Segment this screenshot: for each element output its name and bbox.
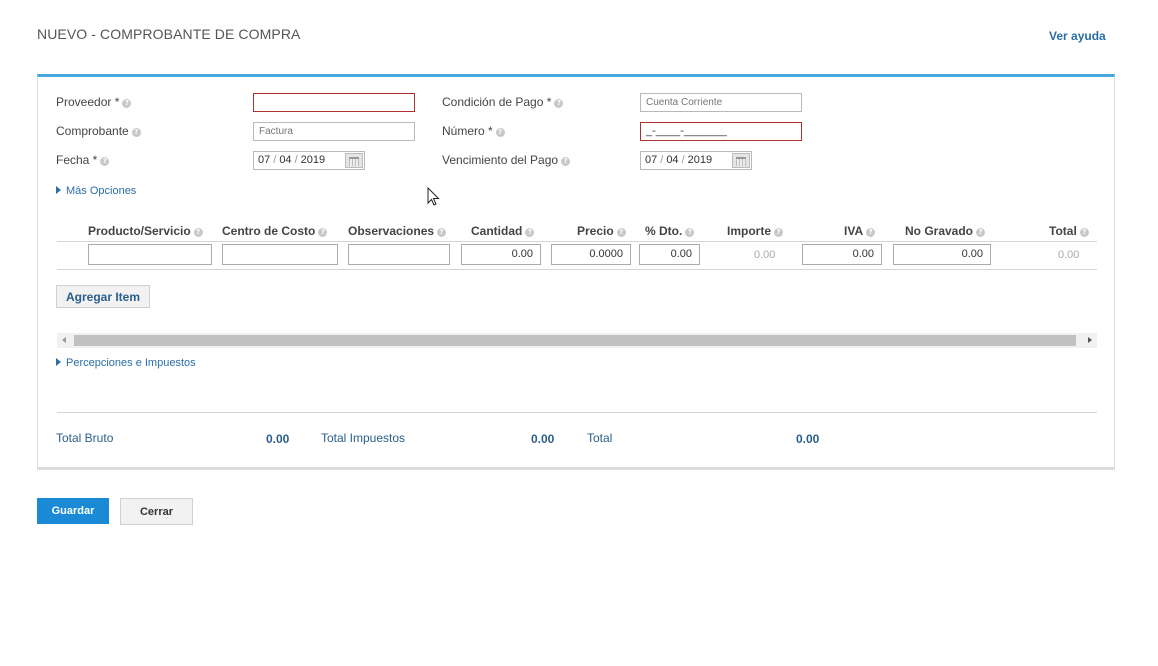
help-icon[interactable]: ?	[525, 228, 535, 237]
col-header-text: Cantidad	[471, 224, 523, 238]
col-header-text: IVA	[844, 224, 864, 238]
cantidad-cell-input[interactable]: 0.00	[461, 244, 541, 265]
total-impuestos-label: Total Impuestos	[321, 431, 406, 445]
page-title: NUEVO - COMPROBANTE DE COMPRA	[37, 26, 301, 42]
vencimiento-date-input[interactable]: 07/04/2019	[640, 151, 752, 170]
condicion-pago-label-text: Condición de Pago *	[442, 95, 552, 109]
help-icon[interactable]: ?	[616, 228, 626, 237]
comprobante-label: Comprobante?	[56, 124, 141, 138]
help-icon[interactable]: ?	[100, 157, 110, 166]
total-bruto-value: 0.00	[266, 432, 290, 446]
total-label: Total	[587, 431, 613, 445]
col-header-no-gravado: No Gravado?	[905, 224, 986, 238]
precio-cell-input[interactable]: 0.0000	[551, 244, 631, 265]
fecha-year: 2019	[300, 154, 326, 166]
more-options-label: Más Opciones	[66, 185, 137, 197]
vencimiento-day: 07	[645, 154, 658, 166]
table-header-divider	[57, 241, 1097, 242]
condicion-pago-label: Condición de Pago *?	[442, 95, 564, 109]
total-impuestos-value: 0.00	[531, 432, 555, 446]
table-row-divider	[57, 269, 1097, 270]
calendar-icon[interactable]	[732, 153, 750, 168]
producto-cell-input[interactable]	[88, 244, 212, 265]
col-header-importe: Importe?	[727, 224, 784, 238]
col-header-text: Observaciones	[348, 224, 435, 238]
help-icon[interactable]: ?	[554, 99, 564, 108]
percepciones-toggle[interactable]: Percepciones e Impuestos	[56, 357, 196, 369]
observaciones-cell-input[interactable]	[348, 244, 450, 265]
numero-label: Número *?	[442, 124, 505, 138]
help-icon[interactable]: ?	[437, 228, 447, 237]
total-cell-value: 0.00	[1058, 249, 1080, 261]
col-header-observaciones: Observaciones?	[348, 224, 447, 238]
col-header-text: Total	[1049, 224, 1077, 238]
calendar-icon[interactable]	[345, 153, 363, 168]
comprobante-input[interactable]	[253, 122, 415, 141]
col-header-text: Importe	[727, 224, 772, 238]
total-value: 0.00	[796, 432, 820, 446]
no-gravado-cell-input[interactable]: 0.00	[893, 244, 991, 265]
help-icon[interactable]: ?	[774, 228, 784, 237]
fecha-day: 07	[258, 154, 271, 166]
proveedor-label-text: Proveedor *	[56, 95, 120, 109]
total-bruto-label: Total Bruto	[56, 431, 114, 445]
col-header-dto: % Dto.?	[645, 224, 695, 238]
expand-caret-icon	[56, 186, 61, 194]
scroll-right-icon[interactable]	[1088, 337, 1092, 343]
comprobante-label-text: Comprobante	[56, 124, 129, 138]
scroll-thumb[interactable]	[74, 335, 1076, 346]
help-icon[interactable]: ?	[131, 128, 141, 137]
help-icon[interactable]: ?	[976, 228, 986, 237]
scroll-left-icon[interactable]	[62, 337, 66, 343]
numero-label-text: Número *	[442, 124, 493, 138]
vencimiento-month: 04	[666, 154, 679, 166]
fecha-date-input[interactable]: 07/04/2019	[253, 151, 365, 170]
help-icon[interactable]: ?	[318, 228, 328, 237]
vencimiento-year: 2019	[687, 154, 713, 166]
col-header-text: No Gravado	[905, 224, 974, 238]
add-item-button[interactable]: Agregar Item	[56, 285, 151, 308]
col-header-precio: Precio?	[577, 224, 626, 238]
vencimiento-label: Vencimiento del Pago?	[442, 153, 571, 167]
iva-cell-input[interactable]: 0.00	[802, 244, 882, 265]
centro-costo-cell-input[interactable]	[222, 244, 338, 265]
fecha-month: 04	[279, 154, 292, 166]
more-options-toggle[interactable]: Más Opciones	[56, 185, 136, 197]
col-header-text: % Dto.	[645, 224, 683, 238]
fecha-label: Fecha *?	[56, 153, 110, 167]
close-button[interactable]: Cerrar	[120, 498, 193, 525]
numero-input[interactable]: _-____-_______	[640, 122, 802, 141]
help-link[interactable]: Ver ayuda	[1049, 29, 1106, 43]
expand-caret-icon	[56, 358, 61, 366]
dto-cell-input[interactable]: 0.00	[639, 244, 700, 265]
percepciones-label: Percepciones e Impuestos	[66, 357, 196, 369]
totals-divider	[57, 412, 1097, 413]
col-header-text: Producto/Servicio	[88, 224, 191, 238]
help-icon[interactable]: ?	[561, 157, 571, 166]
save-button[interactable]: Guardar	[37, 498, 109, 524]
help-icon[interactable]: ?	[685, 228, 695, 237]
col-header-cantidad: Cantidad?	[471, 224, 535, 238]
col-header-text: Precio	[577, 224, 614, 238]
condicion-pago-input[interactable]	[640, 93, 802, 112]
col-header-iva: IVA?	[844, 224, 876, 238]
importe-cell-value: 0.00	[754, 249, 776, 261]
col-header-centro-costo: Centro de Costo?	[222, 224, 328, 238]
proveedor-input[interactable]	[253, 93, 415, 112]
col-header-producto: Producto/Servicio?	[88, 224, 203, 238]
horizontal-scrollbar[interactable]	[57, 333, 1097, 348]
help-icon[interactable]: ?	[495, 128, 505, 137]
proveedor-label: Proveedor *?	[56, 95, 132, 109]
help-icon[interactable]: ?	[122, 99, 132, 108]
help-icon[interactable]: ?	[866, 228, 876, 237]
fecha-label-text: Fecha *	[56, 153, 98, 167]
col-header-text: Centro de Costo	[222, 224, 316, 238]
help-icon[interactable]: ?	[193, 228, 203, 237]
col-header-total: Total?	[1049, 224, 1089, 238]
mouse-pointer-icon	[427, 187, 440, 206]
help-icon[interactable]: ?	[1079, 228, 1089, 237]
form-panel: Proveedor *? Condición de Pago *? Compro…	[37, 74, 1115, 470]
vencimiento-label-text: Vencimiento del Pago	[442, 153, 559, 167]
